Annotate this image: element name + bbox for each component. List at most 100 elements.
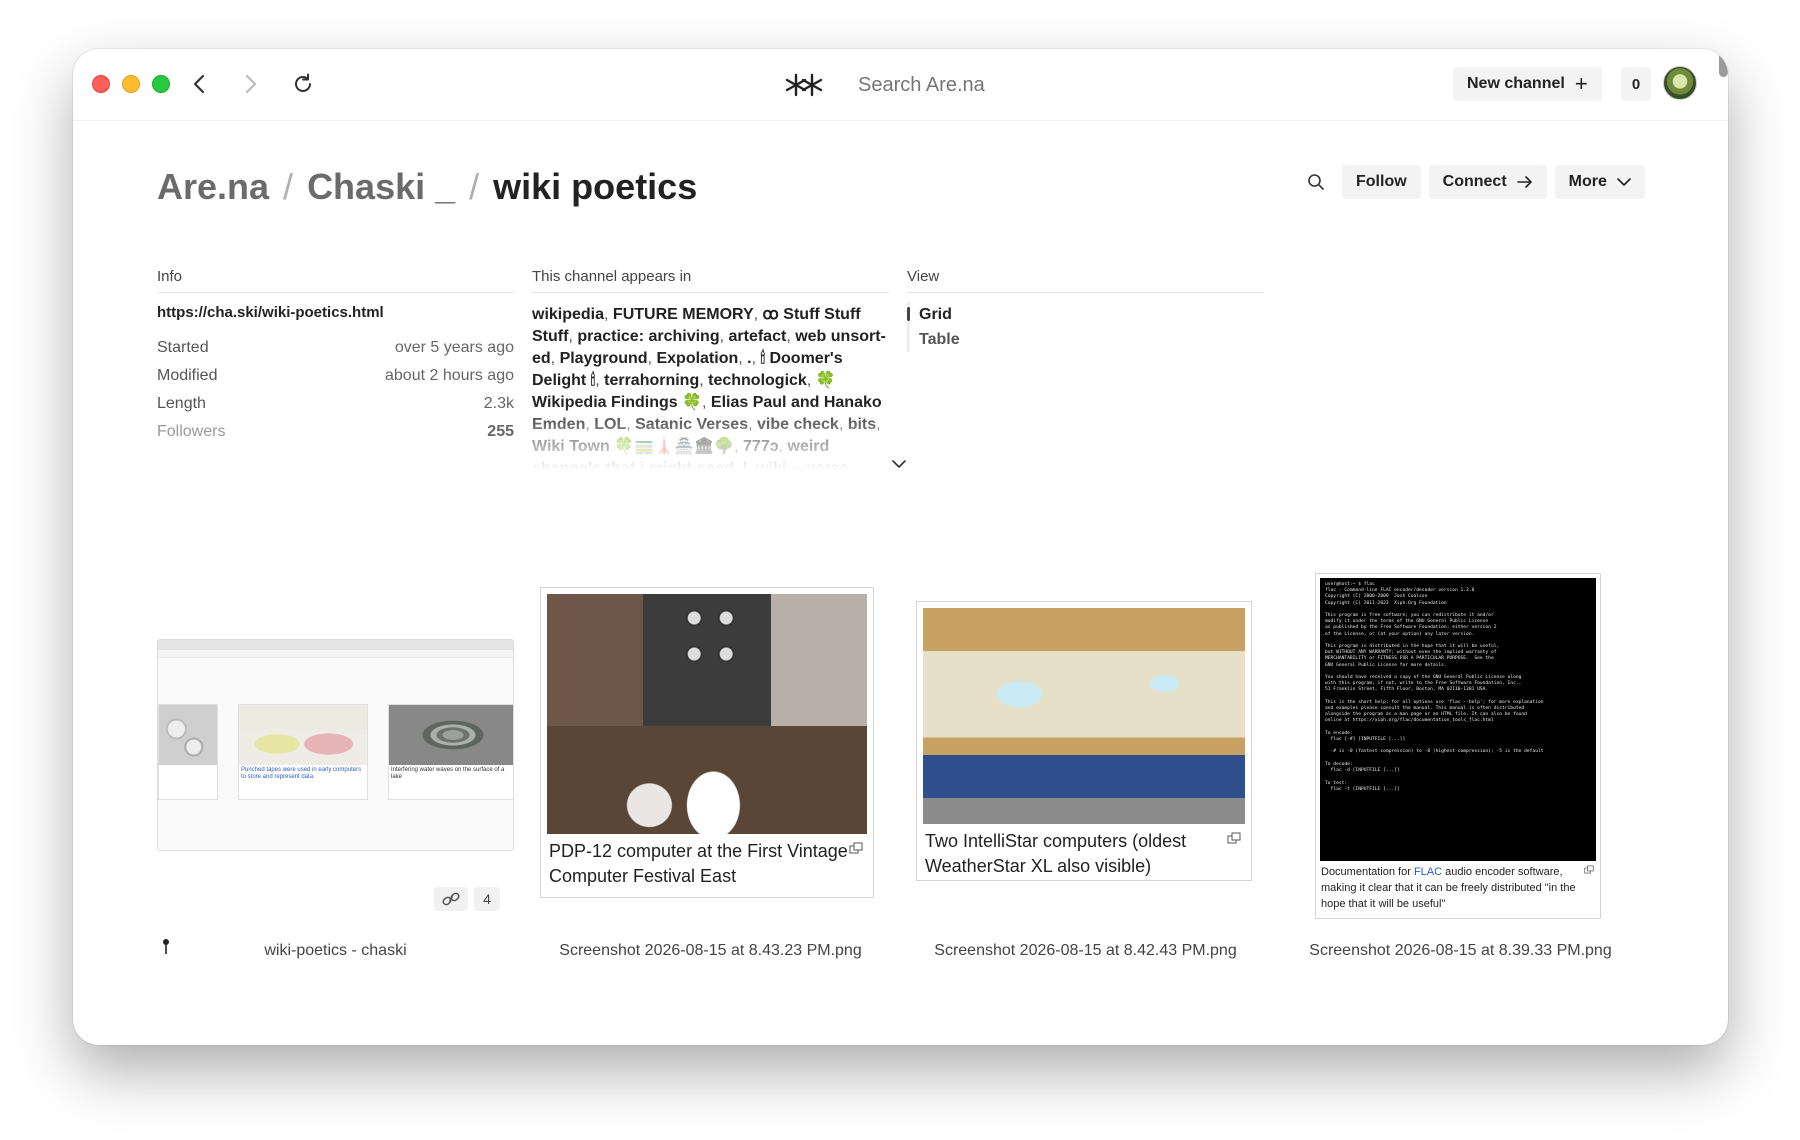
terminal-screenshot: user@host:~ $ flac flac - Command-line F… — [1320, 578, 1596, 861]
list-separator: , — [604, 306, 613, 323]
connections-count[interactable]: 4 — [434, 887, 500, 911]
view-option-grid[interactable]: Grid — [907, 302, 960, 327]
image-caption-text: PDP-12 computer at the First Vintage Com… — [549, 841, 848, 886]
avatar[interactable] — [1663, 66, 1697, 100]
breadcrumb-separator: / — [283, 166, 294, 207]
connect-button[interactable]: Connect — [1428, 165, 1547, 199]
reload-icon — [295, 73, 311, 92]
appears-in-channel-link[interactable]: 777ↄ — [743, 438, 779, 455]
breadcrumb-root-link[interactable]: Are.na — [157, 166, 269, 208]
appears-in-channel-link[interactable]: Wiki Town 🍀🚃🗼🏯🏛🌳 — [532, 438, 734, 455]
info-heading: Info — [157, 268, 514, 293]
block-title[interactable]: wiki-poetics - chaski — [157, 942, 514, 960]
enlarge-icon[interactable] — [849, 842, 863, 854]
search-icon — [1308, 174, 1324, 190]
info-value: over 5 years ago — [394, 339, 514, 356]
chevron-down-icon — [1617, 178, 1631, 186]
chevron-right-icon — [245, 74, 257, 94]
list-separator: , — [738, 350, 748, 367]
view-option-table[interactable]: Table — [919, 327, 960, 352]
mini-caption: Interfering water waves on the surface o… — [391, 767, 505, 780]
info-value: 255 — [487, 423, 514, 440]
mini-image — [389, 705, 513, 765]
block-link-thumbnail[interactable]: Punched tapes were used in early compute… — [157, 639, 514, 851]
back-button[interactable] — [185, 69, 215, 99]
info-row-started: Started over 5 years ago — [157, 339, 514, 357]
block-image-pdp12[interactable]: PDP-12 computer at the First Vintage Com… — [540, 587, 874, 898]
image-caption-text: Two IntelliStar computers (oldest Weathe… — [925, 831, 1187, 876]
reload-button[interactable] — [288, 69, 318, 99]
appears-in-channel-link[interactable]: Satanic Verses — [635, 416, 748, 433]
browser-window: New channel + 0 Are.na / Chaski _ / wiki… — [73, 49, 1728, 1045]
appears-in-channel-link[interactable]: vibe check — [757, 416, 839, 433]
channel-url-link[interactable]: https://cha.ski/wiki-poetics.html — [157, 304, 384, 321]
info-label: Modified — [157, 367, 218, 384]
list-separator: , — [568, 328, 578, 345]
pdp12-photo — [547, 594, 867, 834]
appears-in-heading: This channel appears in — [532, 268, 889, 293]
breadcrumb: Are.na / Chaski _ / wiki poetics — [157, 166, 697, 208]
breadcrumb-user-link[interactable]: Chaski _ — [307, 166, 455, 208]
info-value: 2.3k — [483, 395, 514, 412]
more-button[interactable]: More — [1554, 165, 1645, 199]
search-input[interactable] — [858, 69, 1258, 101]
list-separator: , — [626, 416, 636, 433]
channel-search-button[interactable] — [1298, 165, 1334, 199]
appears-in-channel-link[interactable]: artefact — [729, 328, 787, 345]
appears-in-channel-link[interactable]: LOL — [594, 416, 626, 433]
more-label: More — [1568, 173, 1607, 190]
view-options: Grid Table — [907, 302, 960, 352]
block-title[interactable]: Screenshot 2026-08-15 at 8.39.33 PM.png — [1282, 942, 1639, 960]
list-separator: , — [806, 372, 816, 389]
block-image-flac[interactable]: user@host:~ $ flac flac - Command-line F… — [1315, 573, 1601, 919]
list-separator: , — [778, 438, 788, 455]
image-caption: PDP-12 computer at the First Vintage Com… — [541, 834, 873, 894]
block-image-intellistar[interactable]: Two IntelliStar computers (oldest Weathe… — [916, 601, 1252, 881]
appears-in-channel-link[interactable]: technologick — [708, 372, 807, 389]
close-window-button[interactable] — [92, 75, 110, 93]
scrollbar-thumb[interactable] — [1719, 51, 1728, 77]
info-value: about 2 hours ago — [385, 367, 514, 384]
appears-in-channel-link[interactable]: FUTURE MEMORY — [613, 306, 754, 323]
mini-image — [159, 705, 217, 765]
list-separator: , — [733, 460, 743, 470]
view-heading: View — [907, 268, 1264, 293]
appears-in-channel-link[interactable]: wiki —verse — [756, 460, 849, 470]
appears-in-channel-link[interactable]: terrahorning — [604, 372, 699, 389]
info-row-followers[interactable]: Followers 255 — [157, 423, 514, 441]
breadcrumb-separator: / — [469, 166, 480, 207]
list-separator: , — [702, 394, 711, 411]
appears-in-channel-link[interactable]: bits — [848, 416, 876, 433]
appears-in-channel-link[interactable]: Playground — [560, 350, 648, 367]
enlarge-icon[interactable] — [1227, 832, 1241, 844]
list-separator: , — [734, 438, 744, 455]
follow-button[interactable]: Follow — [1342, 165, 1421, 199]
appears-in-channel-link[interactable]: practice: archiving — [577, 328, 719, 345]
new-channel-button[interactable]: New channel + — [1453, 67, 1602, 101]
connections-number: 4 — [474, 887, 500, 911]
enlarge-icon[interactable] — [1584, 865, 1594, 874]
notification-count-button[interactable]: 0 — [1621, 67, 1651, 101]
minimize-window-button[interactable] — [122, 75, 140, 93]
follow-label: Follow — [1356, 173, 1407, 190]
chevron-down-icon[interactable] — [891, 456, 907, 472]
zoom-window-button[interactable] — [152, 75, 170, 93]
info-label: Started — [157, 339, 209, 356]
top-bar: New channel + 0 — [73, 49, 1728, 121]
mini-caption: Punched tapes were used in early compute… — [241, 767, 362, 780]
block-title[interactable]: Screenshot 2026-08-15 at 8.42.43 PM.png — [907, 942, 1264, 960]
link-icon — [434, 887, 468, 911]
chevron-left-icon — [193, 74, 205, 94]
connect-label: Connect — [1442, 173, 1507, 190]
list-separator: , — [876, 416, 881, 433]
flac-link[interactable]: FLAC — [1414, 866, 1442, 878]
forward-button[interactable] — [235, 69, 265, 99]
block-title[interactable]: Screenshot 2026-08-15 at 8.43.23 PM.png — [532, 942, 889, 960]
appears-in-channel-link[interactable]: wikipedia — [532, 306, 604, 323]
image-caption-pre: Documentation for — [1321, 866, 1414, 878]
arena-logo-icon[interactable] — [784, 71, 824, 99]
list-separator: , — [550, 350, 560, 367]
mini-address-bar — [158, 650, 513, 658]
mini-browser-bar — [158, 640, 513, 650]
appears-in-channel-link[interactable]: Expolation — [656, 350, 738, 367]
